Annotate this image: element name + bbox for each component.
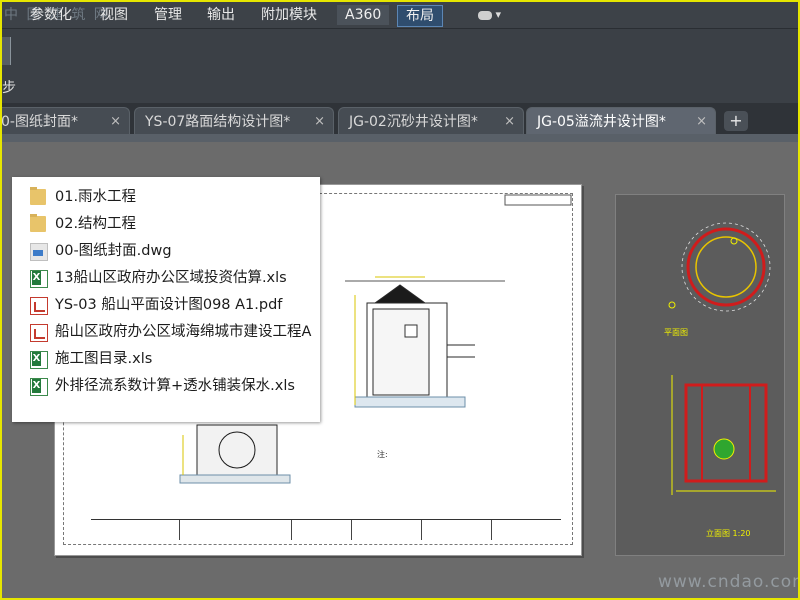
menu-bar: 中 国 建 筑 网 参数化 视图 管理 输出 附加模块 A360 布局 ▾ xyxy=(2,2,798,29)
title-cell xyxy=(291,520,292,540)
tab-label: JG-05溢流井设计图* xyxy=(537,114,666,130)
excel-file-icon xyxy=(30,351,48,369)
close-icon[interactable]: × xyxy=(504,108,515,136)
title-block xyxy=(91,519,561,540)
add-tab-button[interactable]: + xyxy=(724,111,748,131)
menu-layout[interactable]: 布局 xyxy=(397,5,443,27)
tab-label: JG-02沉砂井设计图* xyxy=(349,114,478,130)
tab-jg05-active[interactable]: JG-05溢流井设计图* × xyxy=(526,107,716,135)
menu-a360[interactable]: A360 xyxy=(337,5,390,25)
watermark-url: www.cndao.com xyxy=(658,572,800,592)
file-name: 外排径流系数计算+透水铺装保水.xls xyxy=(55,378,295,394)
file-name: 02.结构工程 xyxy=(55,216,137,232)
plan-label: 平面图 xyxy=(664,328,688,337)
file-list-popup: 01.雨水工程 02.结构工程 00-图纸封面.dwg 13船山区政府办公区域投… xyxy=(12,177,320,422)
ribbon-panel: 步 xyxy=(2,29,798,103)
pdf-file-icon xyxy=(30,297,48,315)
ribbon-tool-icon[interactable] xyxy=(2,37,11,65)
excel-file-icon xyxy=(30,270,48,288)
folder-icon xyxy=(30,187,46,205)
title-cell xyxy=(351,520,352,540)
folder-icon xyxy=(30,214,46,232)
tab-cover[interactable]: 0-图纸封面* × xyxy=(1,107,130,136)
svg-text:注:: 注: xyxy=(377,449,388,459)
tab-label: YS-07路面结构设计图* xyxy=(145,114,291,130)
app-window: 中 国 建 筑 网 参数化 视图 管理 输出 附加模块 A360 布局 ▾ 步 … xyxy=(0,0,800,600)
close-icon[interactable]: × xyxy=(696,108,707,136)
excel-file-icon xyxy=(30,378,48,396)
close-icon[interactable]: × xyxy=(314,108,325,136)
file-name: 施工图目录.xls xyxy=(55,351,153,367)
elevation-label: 立面图 1:20 xyxy=(706,529,751,538)
menu-manage[interactable]: 管理 xyxy=(154,2,182,28)
file-name: 船山区政府办公区域海绵城市建设工程A xyxy=(55,324,312,340)
ribbon-toggle-button[interactable]: ▾ xyxy=(478,8,506,22)
pdf-file-icon xyxy=(30,324,48,342)
title-cell xyxy=(421,520,422,540)
tab-jg02[interactable]: JG-02沉砂井设计图* × xyxy=(338,107,524,135)
close-icon[interactable]: × xyxy=(110,108,121,136)
ribbon-toggle-icon xyxy=(478,10,492,20)
menu-parametric[interactable]: 参数化 xyxy=(30,2,72,28)
tab-label: 0-图纸封面* xyxy=(1,114,78,130)
file-name: YS-03 船山平面设计图098 A1.pdf xyxy=(55,297,283,313)
dropdown-arrow-icon: ▾ xyxy=(495,8,502,21)
title-cell xyxy=(491,520,492,540)
dwg-file-icon xyxy=(30,243,48,261)
tab-divider xyxy=(2,134,798,142)
tab-ys07[interactable]: YS-07路面结构设计图* × xyxy=(134,107,334,135)
layout-sheet-secondary[interactable]: 平面图 立面图 1:20 xyxy=(615,194,785,556)
file-name: 01.雨水工程 xyxy=(55,189,137,205)
menu-addins[interactable]: 附加模块 xyxy=(261,2,317,28)
title-cell xyxy=(179,520,180,540)
file-name: 00-图纸封面.dwg xyxy=(55,243,172,259)
menu-output[interactable]: 输出 xyxy=(207,2,235,28)
cad-drawing-secondary xyxy=(668,222,776,495)
document-tab-bar: 0-图纸封面* × YS-07路面结构设计图* × JG-02沉砂井设计图* ×… xyxy=(2,103,798,135)
menu-view[interactable]: 视图 xyxy=(100,2,128,28)
file-name: 13船山区政府办公区域投资估算.xls xyxy=(55,270,287,286)
ribbon-label[interactable]: 步 xyxy=(2,77,16,97)
